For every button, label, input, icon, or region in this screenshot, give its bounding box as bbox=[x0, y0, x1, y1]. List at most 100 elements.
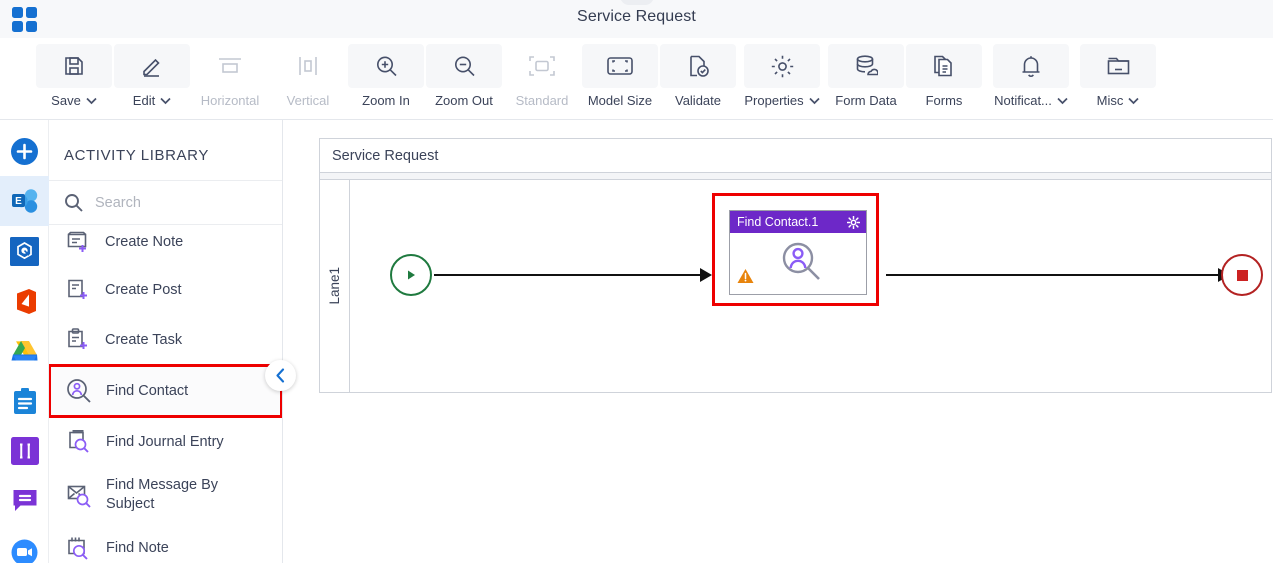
database-icon bbox=[828, 44, 904, 88]
horizontal-align-icon bbox=[192, 44, 268, 88]
rail-item-columns[interactable] bbox=[0, 426, 49, 476]
validate-icon bbox=[660, 44, 736, 88]
pool-title: Service Request bbox=[320, 139, 1271, 173]
columns-icon bbox=[10, 437, 39, 465]
title-bar: Service Request bbox=[0, 0, 1273, 38]
chevron-down-icon bbox=[86, 97, 97, 105]
toolbar-notifications-button[interactable]: Notificat... bbox=[984, 44, 1078, 108]
toolbar-standard-button[interactable]: Standard bbox=[504, 44, 580, 108]
rail-item-exchange[interactable]: E bbox=[0, 176, 49, 226]
arrowhead-icon bbox=[700, 268, 712, 282]
toolbar-label: Zoom In bbox=[362, 93, 410, 108]
hexagon-app-icon bbox=[10, 236, 39, 266]
toolbar-properties-button[interactable]: Properties bbox=[738, 44, 826, 108]
node-header: Find Contact.1 bbox=[730, 211, 866, 233]
exchange-icon: E bbox=[11, 189, 37, 213]
toolbar-validate-button[interactable]: Validate bbox=[660, 44, 736, 108]
activity-item-create-post[interactable]: Create Post bbox=[49, 265, 282, 315]
node-title: Find Contact.1 bbox=[737, 215, 819, 229]
workflow-designer-app: Service Request Save Edit Horizontal Ver… bbox=[0, 0, 1273, 563]
chevron-down-icon bbox=[1057, 97, 1068, 105]
rail-item-tasks[interactable] bbox=[0, 376, 49, 426]
selected-node-outline[interactable]: Find Contact.1 bbox=[712, 193, 879, 306]
document-icon bbox=[906, 44, 982, 88]
find-message-icon bbox=[65, 481, 93, 509]
create-task-icon bbox=[65, 327, 92, 354]
toolbar-vertical-button[interactable]: Vertical bbox=[270, 44, 346, 108]
activity-node[interactable]: Find Contact.1 bbox=[729, 210, 867, 295]
toolbar-forms-button[interactable]: Forms bbox=[906, 44, 982, 108]
clipboard-icon bbox=[13, 387, 36, 414]
chat-bubble-icon bbox=[13, 490, 36, 511]
video-camera-icon bbox=[11, 539, 38, 563]
toolbar-edit-button[interactable]: Edit bbox=[114, 44, 190, 108]
activity-label: Find Message By Subject bbox=[106, 477, 219, 512]
gear-icon bbox=[744, 44, 820, 88]
toolbar-zoom-out-button[interactable]: Zoom Out bbox=[426, 44, 502, 108]
pencil-icon bbox=[114, 44, 190, 88]
rail-item-google-drive[interactable] bbox=[0, 326, 49, 376]
activity-item-find-contact[interactable]: Find Contact bbox=[49, 364, 282, 418]
lane-label: Lane1 bbox=[320, 180, 350, 392]
activity-label: Create Post bbox=[105, 281, 182, 298]
swimlane: Lane1 Find Contact.1 bbox=[320, 180, 1271, 392]
toolbar-label: Save bbox=[51, 93, 81, 108]
toolbar-form-data-button[interactable]: Form Data bbox=[828, 44, 904, 108]
workflow-canvas[interactable]: Service Request Lane1 Find Contact.1 bbox=[283, 120, 1273, 563]
chevron-down-icon bbox=[160, 97, 171, 105]
toolbar-label: Edit bbox=[132, 93, 156, 108]
activity-item-create-note[interactable]: Create Note bbox=[49, 219, 282, 265]
office-icon bbox=[17, 288, 36, 314]
activity-list: Create Note Create Post Create Task Find… bbox=[49, 219, 282, 563]
activity-item-create-task[interactable]: Create Task bbox=[49, 315, 282, 365]
svg-text:E: E bbox=[15, 196, 22, 207]
chevron-down-icon bbox=[1128, 97, 1139, 105]
model-size-icon bbox=[582, 44, 658, 88]
toolbar-misc-button[interactable]: Misc bbox=[1080, 44, 1156, 108]
activity-item-find-journal-entry[interactable]: Find Journal Entry bbox=[49, 417, 282, 467]
collapse-panel-button[interactable] bbox=[265, 360, 296, 391]
toolbar-label: Misc bbox=[1096, 93, 1124, 108]
search-placeholder: Search bbox=[95, 194, 141, 211]
toolbar-label: Vertical bbox=[286, 93, 330, 108]
activity-item-find-message-by-subject[interactable]: Find Message By Subject bbox=[49, 467, 282, 523]
rail-item-chat[interactable] bbox=[0, 476, 49, 526]
toolbar-label: Model Size bbox=[587, 93, 653, 108]
gear-icon[interactable] bbox=[847, 215, 860, 229]
zoom-out-icon bbox=[426, 44, 502, 88]
toolbar-save-button[interactable]: Save bbox=[36, 44, 112, 108]
toolbar-label: Horizontal bbox=[200, 93, 260, 108]
toolbar-model-size-button[interactable]: Model Size bbox=[582, 44, 658, 108]
toolbar-label: Validate bbox=[674, 93, 721, 108]
rail-item-video[interactable] bbox=[0, 526, 49, 563]
sequence-flow bbox=[886, 274, 1218, 276]
floppy-disk-icon bbox=[36, 44, 112, 88]
warning-triangle-icon bbox=[737, 268, 754, 284]
toolbar-zoom-in-button[interactable]: Zoom In bbox=[348, 44, 424, 108]
toolbar-label: Forms bbox=[925, 93, 963, 108]
vertical-align-icon bbox=[270, 44, 346, 88]
rail-item-hexagon-app[interactable] bbox=[0, 226, 49, 276]
create-post-icon bbox=[65, 277, 92, 304]
activity-label: Find Contact bbox=[106, 382, 189, 399]
toolbar-label: Notificat... bbox=[994, 93, 1052, 108]
lane-body: Find Contact.1 bbox=[350, 180, 1271, 392]
create-note-icon bbox=[65, 229, 92, 256]
activity-label: Find Note bbox=[106, 539, 169, 556]
find-contact-icon bbox=[65, 377, 93, 405]
start-event[interactable] bbox=[390, 254, 432, 296]
toolbar-horizontal-button[interactable]: Horizontal bbox=[192, 44, 268, 108]
find-note-icon bbox=[65, 534, 93, 562]
find-journal-icon bbox=[65, 428, 93, 456]
chevron-left-icon bbox=[275, 368, 286, 383]
rail-item-add[interactable] bbox=[0, 126, 49, 176]
rail-item-office[interactable] bbox=[0, 276, 49, 326]
end-event[interactable] bbox=[1221, 254, 1263, 296]
search-icon bbox=[64, 193, 83, 212]
lane-label-text: Lane1 bbox=[327, 267, 342, 305]
toolbar-label: Zoom Out bbox=[435, 93, 493, 108]
standard-size-icon bbox=[504, 44, 580, 88]
bell-icon bbox=[993, 44, 1069, 88]
activity-item-find-note[interactable]: Find Note bbox=[49, 523, 282, 563]
window-nub bbox=[619, 0, 654, 5]
